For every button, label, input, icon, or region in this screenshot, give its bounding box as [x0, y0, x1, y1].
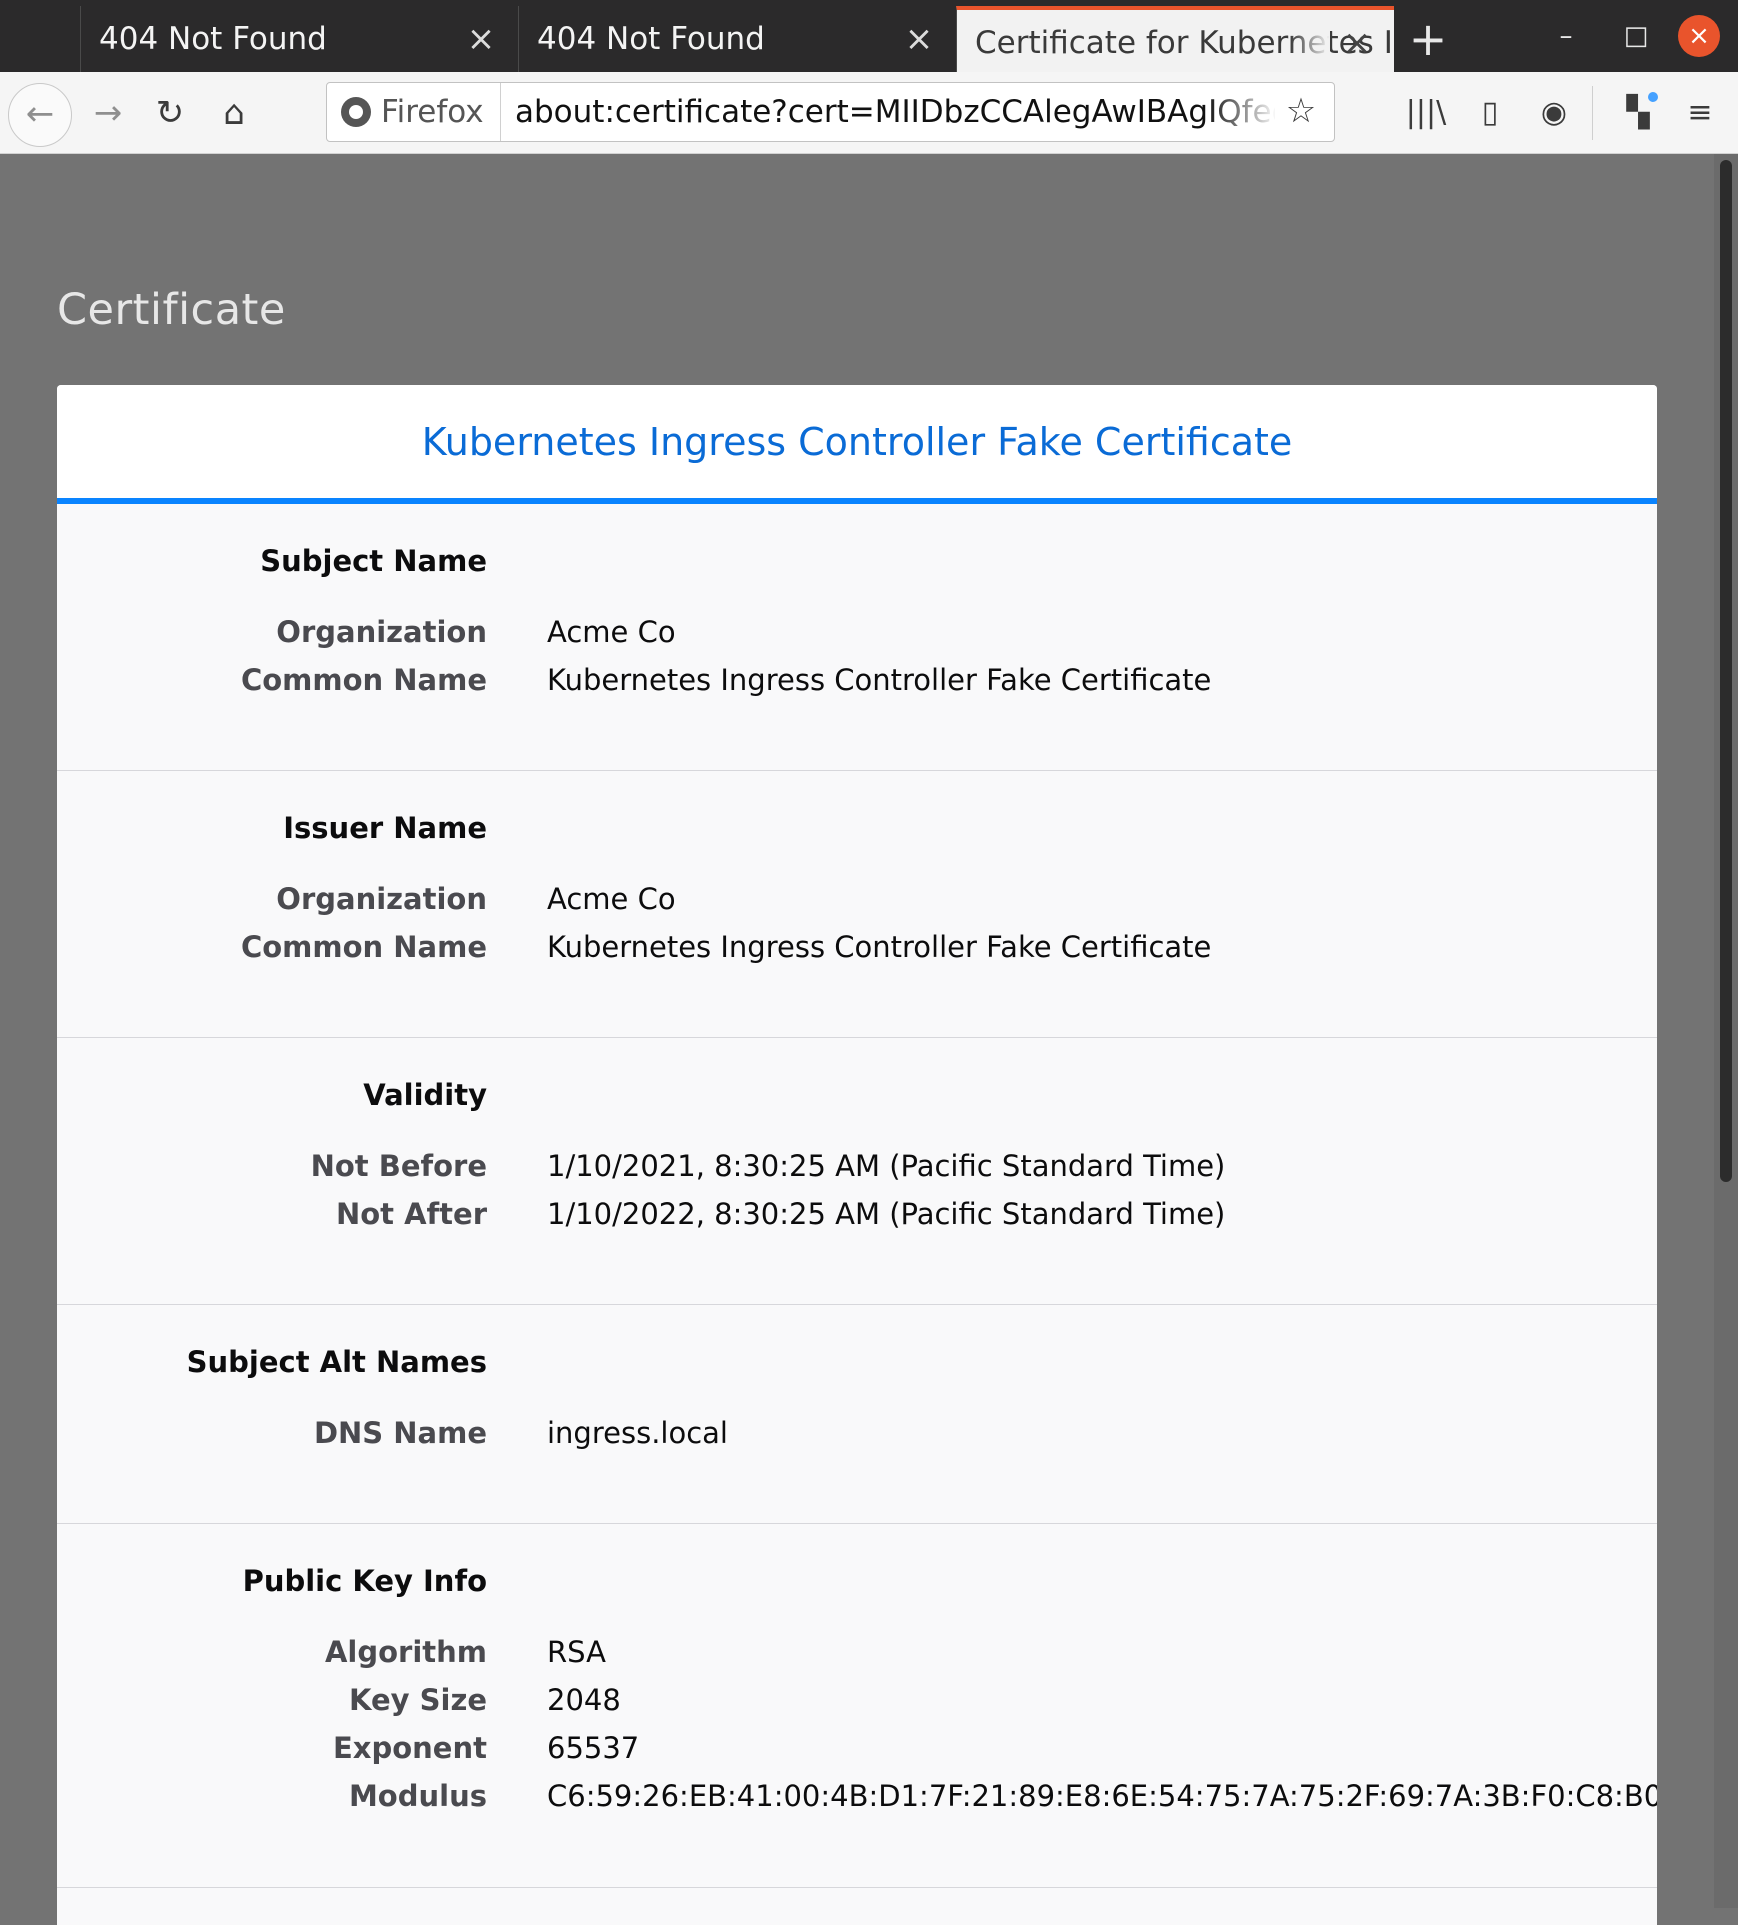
row-label: Exponent	[332, 1731, 487, 1765]
info-row: Modulus C6:59:26:EB:41:00:4B:D1:7F:21:89…	[57, 1779, 1657, 1819]
tab-404-first[interactable]: 404 Not Found ×	[80, 6, 518, 72]
section-title: Subject Alt Names	[186, 1345, 487, 1379]
certificate-card: Kubernetes Ingress Controller Fake Certi…	[57, 385, 1657, 1925]
tab-404-second[interactable]: 404 Not Found ×	[518, 6, 956, 72]
row-value: ingress.local	[547, 1416, 728, 1450]
notification-dot	[1648, 92, 1658, 102]
row-label: Organization	[276, 615, 487, 649]
page-title: Certificate	[57, 285, 286, 335]
row-label: Not Before	[310, 1149, 487, 1183]
tab-close-icon[interactable]: ×	[466, 6, 496, 72]
section-title: Issuer Name	[283, 811, 487, 845]
maximize-button[interactable]: □	[1612, 12, 1660, 60]
public-key-info-section: Public Key Info Algorithm RSA Key Size 2…	[57, 1524, 1657, 1888]
issuer-name-section: Issuer Name Organization Acme Co Common …	[57, 771, 1657, 1038]
row-label: Not After	[335, 1197, 487, 1231]
row-label: Algorithm	[324, 1635, 487, 1669]
row-label: Key Size	[348, 1683, 487, 1717]
info-row: Exponent 65537	[57, 1731, 1657, 1771]
row-value: 2048	[547, 1683, 621, 1717]
tab-title: 404 Not Found	[99, 21, 327, 57]
sidebar-icon[interactable]: ▯	[1466, 89, 1514, 137]
tab-close-icon[interactable]: ×	[1342, 10, 1372, 72]
navigation-toolbar: ← → ↻ ⌂ Firefox about:certificate?cert=M…	[0, 72, 1738, 154]
forward-button[interactable]: →	[84, 89, 132, 137]
info-row: DNS Name ingress.local	[57, 1416, 1657, 1456]
row-value: Kubernetes Ingress Controller Fake Certi…	[547, 663, 1212, 697]
subject-name-section: Subject Name Organization Acme Co Common…	[57, 504, 1657, 771]
row-value: Kubernetes Ingress Controller Fake Certi…	[547, 930, 1212, 964]
new-tab-button[interactable]: +	[1405, 6, 1451, 72]
tab-certificate[interactable]: Certificate for Kubernetes Ingress Contr…	[956, 6, 1394, 72]
section-title: Validity	[363, 1078, 487, 1112]
firefox-icon	[341, 97, 371, 127]
window-close-button[interactable]: ×	[1678, 15, 1720, 57]
scrollbar-thumb[interactable]	[1720, 160, 1732, 1182]
row-value: C6:59:26:EB:41:00:4B:D1:7F:21:89:E8:6E:5…	[547, 1779, 1657, 1813]
row-value: 1/10/2021, 8:30:25 AM (Pacific Standard …	[547, 1149, 1226, 1183]
url-bar[interactable]: Firefox about:certificate?cert=MIIDbzCCA…	[326, 82, 1335, 142]
subject-alt-names-section: Subject Alt Names DNS Name ingress.local	[57, 1305, 1657, 1524]
home-button[interactable]: ⌂	[210, 89, 258, 137]
tab-strip: 404 Not Found × 404 Not Found × Certific…	[0, 0, 1738, 72]
tab-title: Certificate for Kubernetes Ingress Contr…	[975, 25, 1394, 61]
menu-icon[interactable]: ≡	[1676, 89, 1724, 137]
scrollbar[interactable]	[1714, 154, 1738, 1908]
identity-label: Firefox	[381, 94, 484, 130]
minimize-button[interactable]: –	[1542, 12, 1590, 60]
info-row: Organization Acme Co	[57, 882, 1657, 922]
row-value: RSA	[547, 1635, 606, 1669]
row-label: Modulus	[348, 1779, 487, 1813]
tab-close-icon[interactable]: ×	[904, 6, 934, 72]
section-title: Subject Name	[260, 544, 487, 578]
info-row: Not After 1/10/2022, 8:30:25 AM (Pacific…	[57, 1197, 1657, 1237]
library-icon[interactable]: |||\	[1402, 89, 1450, 137]
row-value: Acme Co	[547, 882, 676, 916]
bookmark-star-icon[interactable]: ☆	[1278, 88, 1324, 134]
toolbar-separator	[1592, 86, 1593, 140]
section-title: Public Key Info	[242, 1564, 487, 1598]
reload-button[interactable]: ↻	[146, 89, 194, 137]
validity-section: Validity Not Before 1/10/2021, 8:30:25 A…	[57, 1038, 1657, 1305]
row-label: DNS Name	[313, 1416, 487, 1450]
info-row: Not Before 1/10/2021, 8:30:25 AM (Pacifi…	[57, 1149, 1657, 1189]
info-row: Algorithm RSA	[57, 1635, 1657, 1675]
row-label: Common Name	[240, 930, 487, 964]
identity-box[interactable]: Firefox	[341, 83, 501, 141]
info-row: Common Name Kubernetes Ingress Controlle…	[57, 930, 1657, 970]
back-button[interactable]: ←	[8, 83, 72, 147]
account-icon[interactable]: ◉	[1530, 89, 1578, 137]
row-label: Organization	[276, 882, 487, 916]
tab-title: 404 Not Found	[537, 21, 765, 57]
info-row: Organization Acme Co	[57, 615, 1657, 655]
info-row: Key Size 2048	[57, 1683, 1657, 1723]
row-value: 1/10/2022, 8:30:25 AM (Pacific Standard …	[547, 1197, 1226, 1231]
row-value: 65537	[547, 1731, 640, 1765]
row-label: Common Name	[240, 663, 487, 697]
row-value: Acme Co	[547, 615, 676, 649]
certificate-name-tab[interactable]: Kubernetes Ingress Controller Fake Certi…	[57, 385, 1657, 504]
info-row: Common Name Kubernetes Ingress Controlle…	[57, 663, 1657, 703]
url-text[interactable]: about:certificate?cert=MIIDbzCCAlegAwIBA…	[515, 83, 1275, 141]
